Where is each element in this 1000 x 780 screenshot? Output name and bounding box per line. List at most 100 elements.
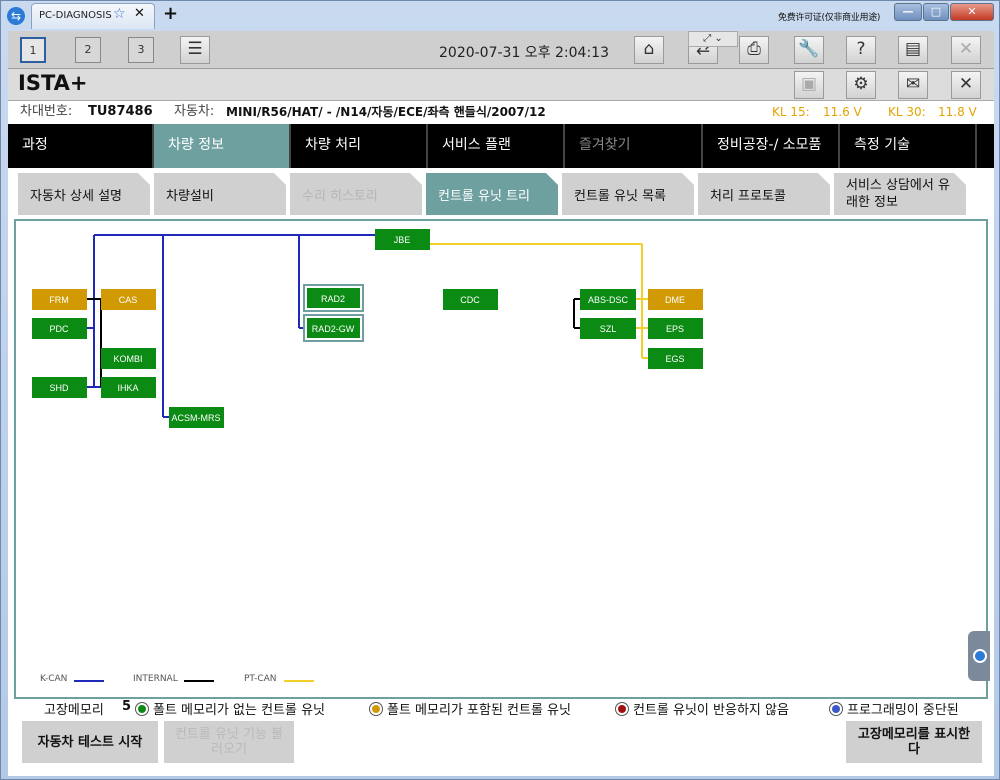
teamviewer-logo-icon: ⇆ — [7, 7, 25, 25]
ecu-cas[interactable]: CAS — [101, 289, 156, 310]
ecu-abs-dsc[interactable]: ABS-DSC — [580, 289, 636, 310]
list-icon[interactable]: ☰ — [180, 36, 210, 64]
ecu-label: JBE — [394, 235, 411, 245]
ecu-dme[interactable]: DME — [648, 289, 703, 310]
sub-tab-vehicle-details[interactable]: 자동차 상세 설명 — [18, 173, 150, 215]
sub-navigation: 자동차 상세 설명 차량설비 수리 히스토리 컨트롤 유닛 트리 컨트롤 유닛 … — [8, 168, 994, 218]
car-value: MINI/R56/HAT/ - /N14/자동/ECE/좌측 핸들식/2007/… — [226, 105, 546, 119]
ecu-rad2-gw[interactable]: RAD2-GW — [303, 314, 364, 342]
print-icon[interactable]: ⎙ — [739, 36, 769, 64]
home-icon[interactable]: ⌂ — [634, 36, 664, 64]
ecu-label: RAD2-GW — [312, 324, 355, 334]
sub-tab-equipment[interactable]: 차량설비 — [154, 173, 286, 215]
workspace-2-button[interactable]: 2 — [75, 37, 101, 63]
application-window: ⇆ PC-DIAGNOSIS ☆ ✕ + 免费许可证(仅非商业用途) — □ ✕… — [0, 0, 1000, 780]
vin-label: 차대번호: — [20, 104, 73, 119]
ecu-label: EGS — [665, 354, 684, 364]
show-fault-memory-button[interactable]: 고장메모리를 표시한다 — [846, 721, 982, 763]
mail-icon[interactable]: ✉ — [898, 71, 928, 99]
car-label: 자동차: — [174, 104, 215, 119]
ecu-label: RAD2 — [321, 294, 345, 304]
remote-control-overlay[interactable]: ⤢ ⌄ — [688, 31, 738, 47]
window-menu-icon[interactable]: ▤ — [898, 36, 928, 64]
vehicle-info-bar: 차대번호: TU87486 자동차: MINI/R56/HAT/ - /N14/… — [8, 101, 994, 123]
app-title-row: ISTA+ ▣ ⚙ ✉ ✕ — [8, 69, 994, 101]
ecu-label: ABS-DSC — [588, 295, 629, 305]
ecu-shd[interactable]: SHD — [32, 377, 87, 398]
ecu-label: FRM — [49, 295, 69, 305]
ecu-label: ACSM-MRS — [172, 413, 221, 423]
settings-gear-icon[interactable]: ⚙ — [846, 71, 876, 99]
title-bar: ⇆ PC-DIAGNOSIS ☆ ✕ + 免费许可证(仅非商业用途) — □ ✕ — [1, 1, 1000, 31]
document-icon[interactable]: ▣ — [794, 71, 824, 99]
wrench-icon[interactable]: 🔧 — [794, 36, 824, 64]
main-tab-measurement[interactable]: 측정 기술 — [840, 124, 977, 168]
legend-internal-line — [184, 680, 214, 682]
status-legend-row: 고장메모리 5 폴트 메모리가 없는 컨트롤 유닛 폴트 메모리가 포함된 컨트… — [8, 699, 994, 719]
main-tab-vehicle-processing[interactable]: 차량 처리 — [291, 124, 428, 168]
status-no-response-label: 컨트롤 유닛이 반응하지 않음 — [633, 703, 789, 718]
close-icon[interactable]: ✕ — [951, 71, 981, 99]
tab-close-icon[interactable]: ✕ — [134, 6, 145, 22]
vehicle-test-button[interactable]: 자동차 테스트 시작 — [22, 721, 158, 763]
ecu-cdc[interactable]: CDC — [443, 289, 498, 310]
status-no-response-dot-icon — [615, 702, 629, 716]
ecu-kombi[interactable]: KOMBI — [101, 348, 156, 369]
sub-tab-control-unit-tree[interactable]: 컨트롤 유닛 트리 — [426, 173, 558, 215]
main-tab-favorites[interactable]: 즐겨찾기 — [565, 124, 703, 168]
help-icon[interactable]: ? — [846, 36, 876, 64]
sub-tab-control-unit-list[interactable]: 컨트롤 유닛 목록 — [562, 173, 694, 215]
main-navigation: 과정 차량 정보 차량 처리 서비스 플랜 즐겨찾기 정비공장-/ 소모품 측정… — [8, 124, 994, 168]
ecu-frm[interactable]: FRM — [32, 289, 87, 310]
minimize-button[interactable]: — — [894, 3, 922, 21]
ecu-label: SHD — [49, 383, 69, 393]
app-title: ISTA+ — [18, 71, 88, 95]
new-tab-plus-icon[interactable]: + — [163, 5, 178, 23]
main-tab-process[interactable]: 과정 — [8, 124, 154, 168]
ecu-egs[interactable]: EGS — [648, 348, 703, 369]
star-icon[interactable]: ☆ — [113, 6, 126, 22]
ecu-label: DME — [665, 295, 685, 305]
workspace-1-button[interactable]: 1 — [20, 37, 46, 63]
fault-memory-count: 5 — [122, 699, 132, 714]
kl15-label: KL 15: — [772, 105, 810, 119]
license-notice: 免费许可证(仅非商业用途) — [778, 13, 881, 23]
kl15-value: 11.6 V — [823, 105, 862, 119]
main-tab-workshop[interactable]: 정비공장-/ 소모품 — [703, 124, 840, 168]
status-programming-label: 프로그래밍이 중단된 — [847, 703, 959, 718]
legend-k-can-line — [74, 680, 104, 682]
main-tab-vehicle-info[interactable]: 차량 정보 — [154, 124, 291, 168]
ecu-szl[interactable]: SZL — [580, 318, 636, 339]
status-ok-label: 폴트 메모리가 없는 컨트롤 유닛 — [153, 703, 326, 718]
maximize-button[interactable]: □ — [923, 3, 949, 21]
control-unit-tree-diagram: JBE FRM CAS PDC KOMBI SHD IHKA ACSM-MRS … — [32, 229, 703, 428]
call-control-unit-function-button[interactable]: 컨트롤 유닛 기능 불러오기 — [164, 721, 294, 763]
workspace-3-button[interactable]: 3 — [128, 37, 154, 63]
sub-tab-processing-protocol[interactable]: 처리 프로토콜 — [698, 173, 830, 215]
ecu-acsm-mrs[interactable]: ACSM-MRS — [169, 407, 224, 428]
status-programming-dot-icon — [829, 702, 843, 716]
status-fault-dot-icon — [369, 702, 383, 716]
ecu-ihka[interactable]: IHKA — [101, 377, 156, 398]
sub-tab-repair-history[interactable]: 수리 히스토리 — [290, 173, 422, 215]
toolbar-close-icon[interactable]: ✕ — [951, 36, 981, 64]
main-tab-service-plan[interactable]: 서비스 플랜 — [428, 124, 565, 168]
session-tab-label: PC-DIAGNOSIS — [39, 10, 112, 21]
legend-internal-label: INTERNAL — [133, 674, 178, 684]
ecu-pdc[interactable]: PDC — [32, 318, 87, 339]
fault-memory-label: 고장메모리 — [44, 703, 104, 718]
datetime-display: 2020-07-31 오후 2:04:13 — [439, 45, 609, 61]
window-close-button[interactable]: ✕ — [950, 3, 994, 21]
ecu-eps[interactable]: EPS — [648, 318, 703, 339]
ecu-rad2[interactable]: RAD2 — [303, 284, 364, 312]
ecu-label: PDC — [49, 324, 69, 334]
ecu-label: SZL — [600, 324, 617, 334]
ista-app: 1 2 3 ☰ 2020-07-31 오후 2:04:13 ⌂ ⇄ ⤢ ⌄ ⎙ … — [8, 31, 994, 776]
ecu-jbe[interactable]: JBE — [375, 229, 430, 250]
sub-tab-service-info[interactable]: 서비스 상담에서 유래한 정보 — [834, 173, 966, 215]
side-panel-handle[interactable] — [968, 631, 990, 681]
top-toolbar: 1 2 3 ☰ 2020-07-31 오후 2:04:13 ⌂ ⇄ ⤢ ⌄ ⎙ … — [8, 31, 994, 69]
status-ok-dot-icon — [135, 702, 149, 716]
ecu-label: CAS — [119, 295, 138, 305]
legend-pt-can-line — [284, 680, 314, 682]
